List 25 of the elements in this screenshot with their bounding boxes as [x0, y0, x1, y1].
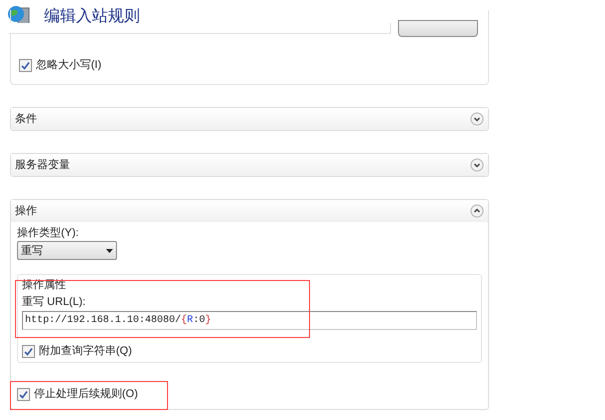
section-header[interactable]: 条件 — [11, 108, 488, 130]
test-pattern-button[interactable] — [398, 20, 478, 37]
checkbox[interactable] — [17, 388, 30, 400]
check-icon — [24, 346, 33, 356]
checkbox-label: 忽略大小写(I) — [36, 58, 102, 72]
check-icon — [21, 60, 30, 70]
window-title: 编辑入站规则 — [44, 10, 140, 24]
expand-icon[interactable] — [470, 112, 484, 126]
section-header[interactable]: 操作 — [11, 200, 488, 222]
expand-icon[interactable] — [470, 158, 484, 172]
collapse-icon[interactable] — [470, 204, 484, 218]
section-title: 条件 — [15, 112, 37, 126]
checkbox-label: 停止处理后续规则(O) — [34, 387, 138, 401]
checkbox-label: 附加查询字符串(Q) — [39, 344, 132, 358]
field-label: 操作类型(Y): — [17, 226, 80, 240]
section-title: 服务器变量 — [15, 158, 70, 172]
section-title: 操作 — [15, 204, 37, 218]
field-label: 重写 URL(L): — [22, 295, 87, 309]
action-type-dropdown[interactable]: 重写 — [17, 241, 117, 260]
rewrite-url-field[interactable]: http://192.168.1.10:48080/{R:0} — [22, 311, 477, 330]
caret-icon — [106, 248, 113, 252]
section-header[interactable]: 服务器变量 — [11, 154, 488, 176]
checkbox[interactable] — [22, 344, 35, 358]
checkbox[interactable] — [19, 58, 32, 72]
check-icon — [19, 390, 28, 398]
